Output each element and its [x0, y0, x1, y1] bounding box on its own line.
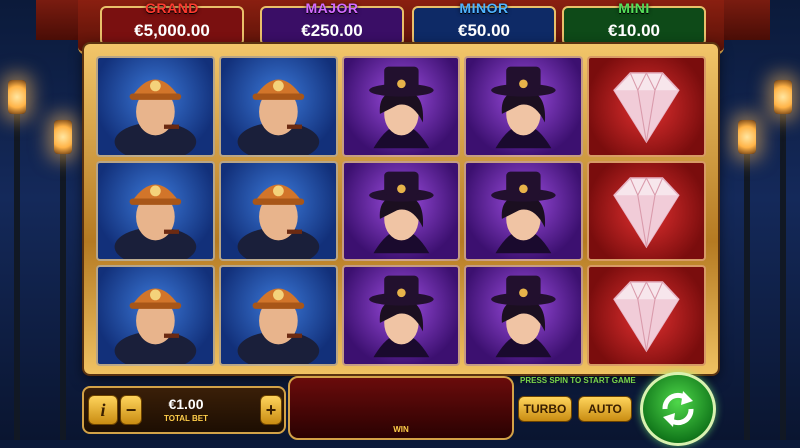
lady-symbol-icon — [341, 160, 461, 262]
auto-button[interactable]: AUTO — [578, 396, 632, 422]
lady-symbol-icon — [341, 265, 461, 367]
detective-symbol-icon — [96, 265, 215, 367]
detective-symbol-icon — [96, 160, 215, 262]
reel-3 — [341, 56, 461, 367]
lady-symbol-icon — [341, 56, 461, 157]
reel-4 — [464, 56, 584, 367]
info-button[interactable]: i — [88, 395, 118, 425]
jackpot-name: MAJOR — [305, 0, 359, 16]
bet-increase-button[interactable]: + — [260, 395, 282, 425]
spin-arrows-icon — [662, 391, 694, 427]
jackpot-name: MINI — [618, 0, 650, 16]
diamond-symbol-icon — [587, 265, 706, 367]
win-display: WIN — [288, 376, 514, 440]
jackpot-name: GRAND — [145, 0, 199, 16]
bet-decrease-button[interactable]: − — [120, 395, 142, 425]
lady-symbol-icon — [464, 56, 584, 157]
street-lamp-icon — [54, 120, 72, 154]
turbo-button[interactable]: TURBO — [518, 396, 572, 422]
jackpot-value: €10.00 — [608, 21, 660, 40]
jackpot-value: €5,000.00 — [134, 21, 210, 40]
lady-symbol-icon — [464, 160, 584, 262]
reel-1 — [96, 56, 215, 367]
total-bet-value: €1.00 — [168, 396, 204, 412]
reel-grid — [96, 56, 706, 367]
diamond-symbol-icon — [587, 56, 706, 157]
reel-2 — [218, 56, 338, 367]
jackpot-grand: GRAND €5,000.00 — [100, 0, 244, 46]
bet-panel: i − €1.00 TOTAL BET + — [82, 386, 286, 434]
diamond-symbol-icon — [587, 160, 706, 262]
press-spin-message: PRESS SPIN TO START GAME — [520, 376, 636, 385]
jackpot-major: MAJOR €250.00 — [260, 0, 404, 46]
street-lamp-icon — [774, 80, 792, 114]
jackpot-value: €50.00 — [458, 21, 510, 40]
total-bet-label: TOTAL BET — [164, 414, 208, 423]
jackpot-name: MINOR — [459, 0, 509, 16]
control-bar: i − €1.00 TOTAL BET + WIN PRESS SPIN TO … — [0, 372, 800, 446]
spin-button[interactable] — [640, 372, 716, 446]
street-lamp-icon — [738, 120, 756, 154]
jackpot-minor: MINOR €50.00 — [412, 0, 556, 46]
reel-5 — [587, 56, 706, 367]
win-label: WIN — [393, 425, 409, 434]
detective-symbol-icon — [96, 56, 215, 157]
detective-symbol-icon — [218, 265, 338, 367]
detective-symbol-icon — [218, 160, 338, 262]
jackpot-value: €250.00 — [301, 21, 363, 40]
detective-symbol-icon — [218, 56, 338, 157]
lady-symbol-icon — [464, 265, 584, 367]
street-lamp-icon — [8, 80, 26, 114]
jackpot-mini: MINI €10.00 — [562, 0, 706, 46]
